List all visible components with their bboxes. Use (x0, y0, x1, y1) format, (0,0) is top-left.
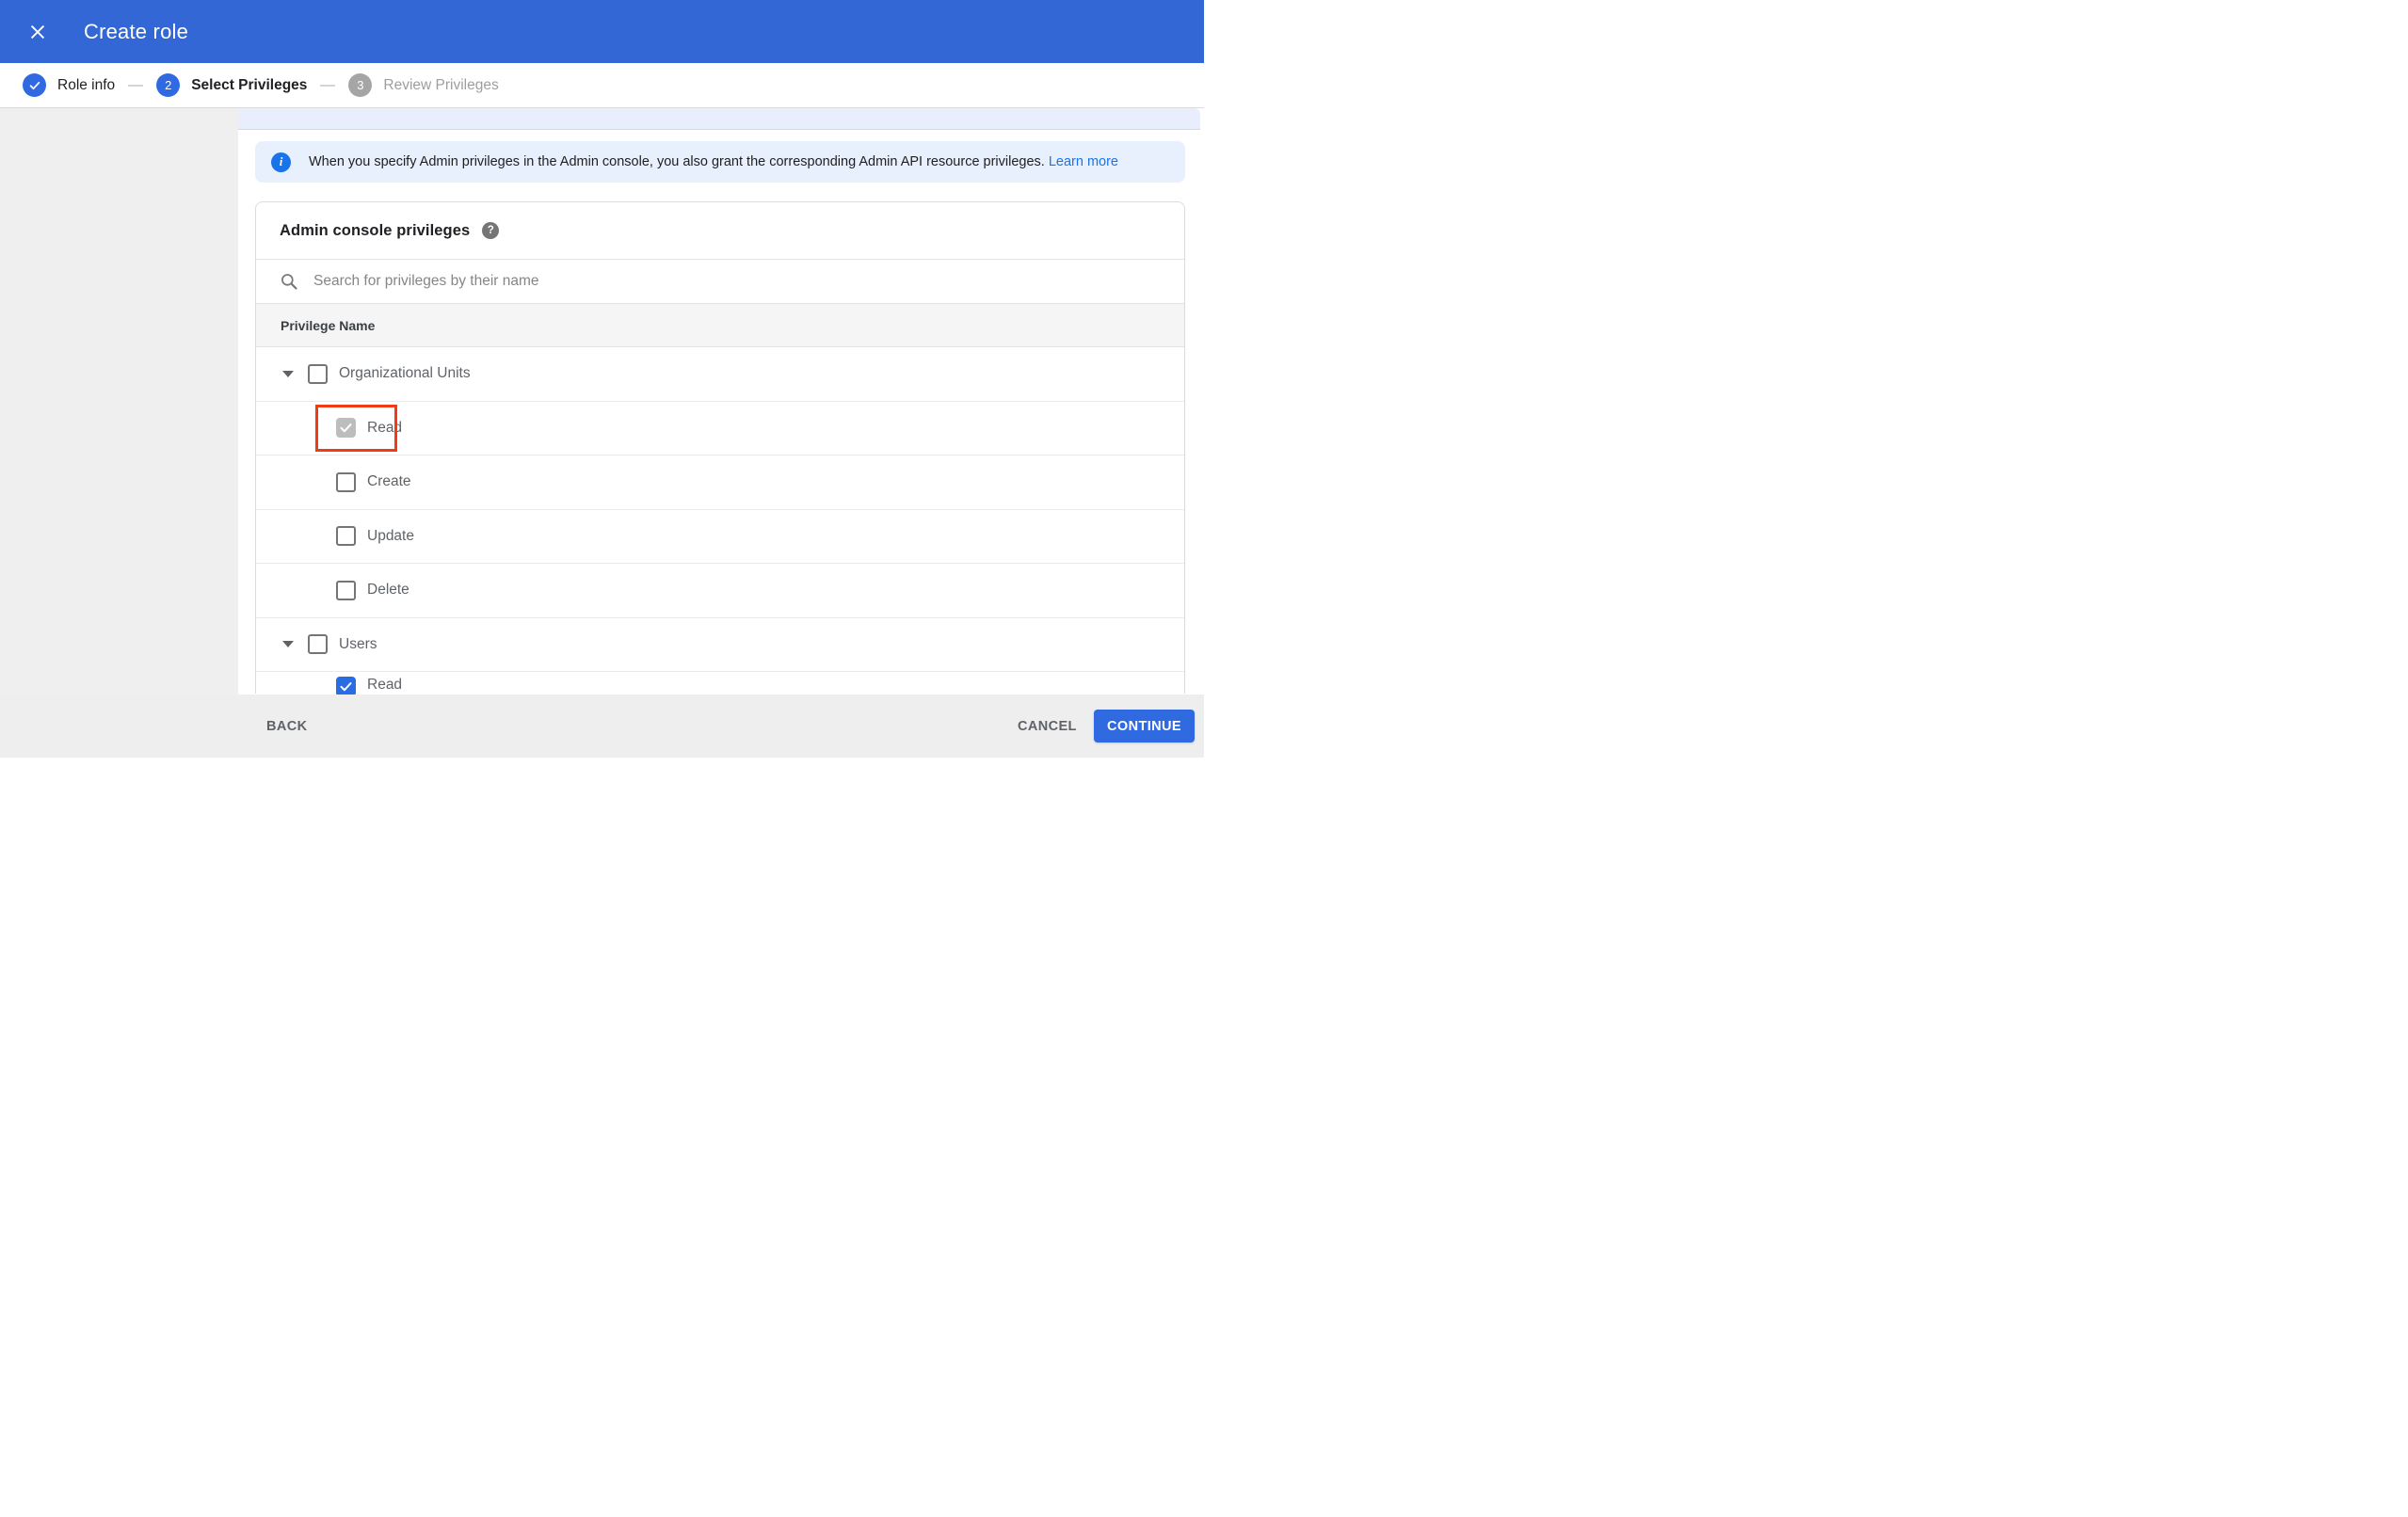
privilege-label: Update (367, 527, 414, 544)
step-complete-check-icon (23, 73, 46, 97)
privilege-label: Delete (367, 582, 409, 599)
privilege-search-row (256, 259, 1184, 303)
learn-more-link[interactable]: Learn more (1049, 154, 1118, 169)
back-button[interactable]: BACK (266, 695, 308, 758)
continue-button[interactable]: CONTINUE (1094, 710, 1195, 743)
privilege-row: Create (256, 455, 1184, 510)
info-icon: i (271, 152, 291, 172)
privilege-label: Organizational Units (339, 365, 471, 382)
appbar: Create role (0, 0, 1204, 63)
privilege-row: Read (256, 672, 1184, 695)
left-panel (0, 108, 238, 695)
privilege-checkbox[interactable] (336, 418, 356, 439)
privilege-label: Read (367, 419, 403, 436)
main-area: i When you specify Admin privileges in t… (0, 108, 1204, 695)
close-icon[interactable] (25, 20, 50, 44)
info-banner: i When you specify Admin privileges in t… (255, 141, 1185, 183)
search-input[interactable] (313, 273, 1161, 290)
search-icon (280, 272, 298, 291)
step-connector (320, 84, 336, 87)
step-label: Role info (57, 76, 116, 93)
privilege-row: Users (256, 618, 1184, 672)
step-label: Review Privileges (383, 76, 499, 93)
privilege-checkbox[interactable] (336, 471, 356, 492)
privilege-checkbox[interactable] (336, 580, 356, 600)
table-column-header: Privilege Name (256, 303, 1184, 347)
privilege-row: Delete (256, 564, 1184, 618)
collapse-arrow-icon[interactable] (282, 641, 294, 648)
info-banner-message: When you specify Admin privileges in the… (309, 154, 1045, 169)
privilege-checkbox[interactable] (336, 526, 356, 547)
info-banner-text: When you specify Admin privileges in the… (309, 154, 1118, 169)
stepper: Role info 2 Select Privileges 3 Review P… (0, 63, 1204, 108)
card-header: Admin console privileges ? (256, 202, 1184, 259)
privilege-row: Update (256, 510, 1184, 564)
cancel-button[interactable]: CANCEL (1018, 695, 1077, 758)
admin-privileges-card: Admin console privileges ? Privilege Nam… (255, 201, 1185, 695)
step-label: Select Privileges (191, 76, 308, 93)
privilege-row: Read (256, 402, 1184, 455)
step-review-privileges[interactable]: 3 Review Privileges (348, 73, 499, 97)
step-select-privileges[interactable]: 2 Select Privileges (156, 73, 307, 97)
privilege-checkbox[interactable] (336, 677, 356, 695)
privilege-label: Read (367, 677, 403, 693)
privilege-rows: Organizational Units Read Create Update Dele… (256, 347, 1184, 695)
card-title: Admin console privileges (280, 221, 471, 239)
scrolled-banner-edge (238, 108, 1200, 130)
create-role-dialog: Create role Role info 2 Select Privilege… (0, 0, 1204, 758)
step-connector (128, 84, 144, 87)
content-scroll-area[interactable]: i When you specify Admin privileges in t… (238, 108, 1204, 695)
privilege-label: Users (339, 635, 377, 652)
dialog-title: Create role (84, 19, 189, 43)
step-number: 3 (348, 73, 373, 97)
collapse-arrow-icon[interactable] (282, 370, 294, 377)
step-role-info[interactable]: Role info (23, 73, 115, 97)
help-icon[interactable]: ? (482, 222, 500, 239)
step-number: 2 (156, 73, 181, 97)
privilege-row: Organizational Units (256, 347, 1184, 402)
privilege-checkbox[interactable] (308, 363, 328, 384)
privilege-checkbox[interactable] (308, 634, 328, 655)
footer-bar: BACK CANCEL CONTINUE (0, 695, 1204, 758)
privilege-label: Create (367, 473, 411, 490)
